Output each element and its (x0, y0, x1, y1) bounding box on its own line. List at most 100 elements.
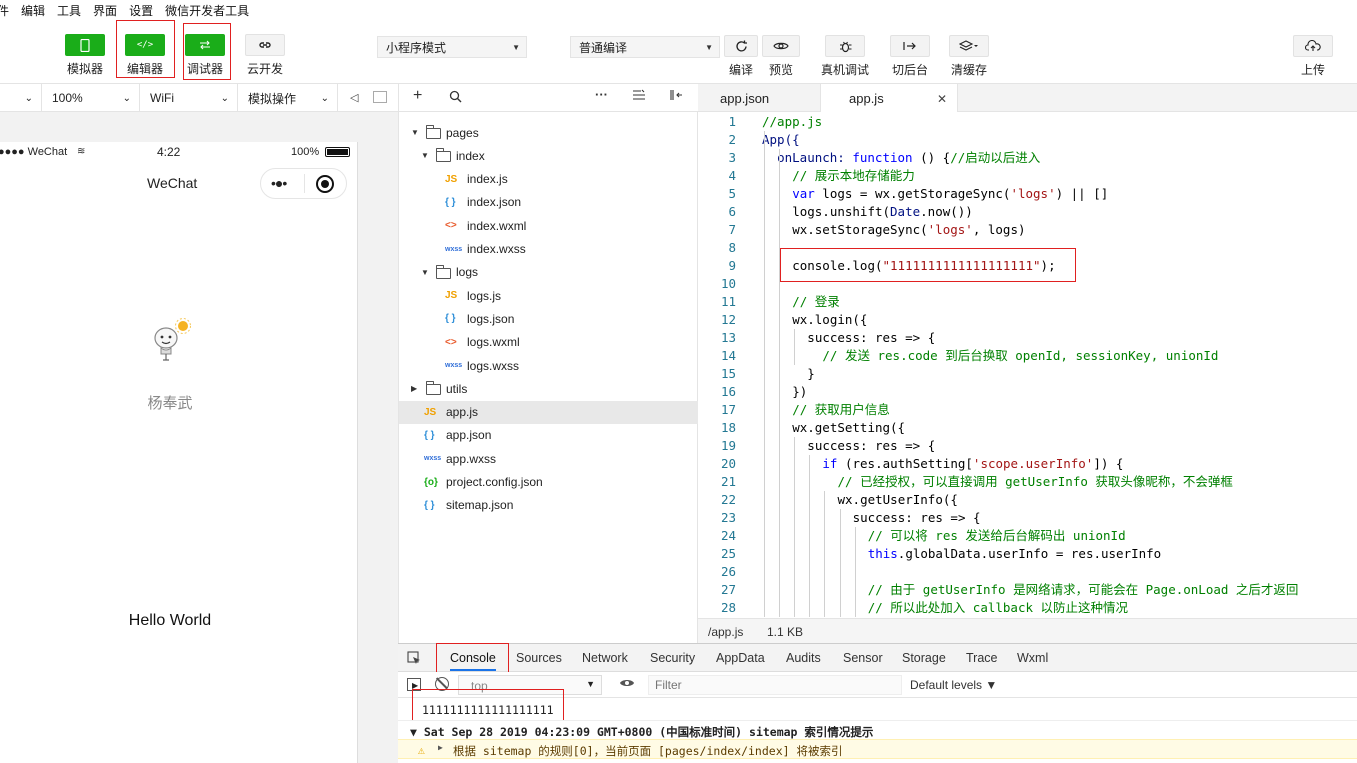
file-name: index.json (467, 195, 522, 210)
menu-item[interactable]: 工具 (51, 2, 87, 19)
devtools-tab-network[interactable]: Network (582, 651, 628, 665)
network-select[interactable]: WiFi ⌄ (140, 84, 238, 112)
devtools-tab-audits[interactable]: Audits (786, 651, 821, 665)
wifi-icon: ≋ (77, 146, 86, 157)
devtools-tab-trace[interactable]: Trace (966, 651, 998, 665)
code-token: } (807, 366, 815, 381)
devtools-tab-appdata[interactable]: AppData (716, 651, 765, 665)
levels-select[interactable]: Default levels ▼ (910, 678, 997, 692)
console-output: 1111111111111111111 ▼ Sat Sep 28 2019 04… (398, 689, 1357, 763)
eye-icon[interactable] (619, 677, 635, 692)
menu-item[interactable]: 微信开发者工具 (159, 2, 255, 19)
console-filter-input[interactable] (648, 675, 902, 695)
line-number: 2 (728, 132, 736, 147)
file-tree-item[interactable]: {o} project.config.json (399, 471, 698, 494)
file-tree: ▼ pages ▼ index JS index.js { } index.json <> ind… (398, 112, 698, 643)
remote-debug-button[interactable]: 真机调试 (821, 35, 869, 78)
editor-status-bar: /app.js 1.1 KB (698, 618, 1357, 643)
file-tree-item[interactable]: wxss index.wxss (399, 238, 698, 261)
search-icon[interactable] (449, 90, 462, 106)
more-dots-icon[interactable]: •●• (271, 175, 287, 191)
cloud-dev-button[interactable]: 云开发 (245, 34, 285, 77)
close-target-icon[interactable] (316, 175, 334, 193)
more-icon[interactable]: ··· (595, 87, 608, 102)
file-tree-item[interactable]: ▶ utils (399, 377, 698, 400)
line-number: 20 (720, 456, 736, 471)
file-tree-item[interactable]: { } index.json (399, 191, 698, 214)
compile-button[interactable]: 编译 (724, 35, 758, 78)
file-tree-item[interactable]: JS app.js (399, 400, 698, 424)
line-number: 4 (728, 168, 736, 183)
inspect-icon[interactable] (407, 651, 421, 668)
devtools-tab-bar: Console Sources Network Security AppData Audi… (398, 643, 1357, 672)
switch-icon (890, 35, 930, 57)
file-tree-item[interactable]: { } logs.json (399, 307, 698, 330)
folder-icon (436, 264, 451, 279)
background-button[interactable]: 切后台 (890, 35, 930, 78)
file-tree-item[interactable]: <> index.wxml (399, 214, 698, 237)
simulator-toggle[interactable]: 模拟器 (65, 34, 105, 77)
capsule-button[interactable]: •●• (260, 168, 347, 199)
devtools-tab-sensor[interactable]: Sensor (843, 651, 883, 665)
file-tree-item[interactable]: ▼ index (399, 144, 698, 167)
sim-ops-select[interactable]: 模拟操作 ⌄ (238, 84, 338, 112)
line-number: 22 (720, 492, 736, 507)
code-editor[interactable]: 1//app.js 2 App({3 onLaunch: function () {/… (698, 112, 1357, 618)
file-name: pages (446, 125, 479, 140)
window-icon[interactable] (373, 91, 387, 103)
file-tree-item[interactable]: wxss logs.wxss (399, 354, 698, 377)
file-name: project.config.json (446, 475, 543, 489)
sort-icon[interactable] (632, 89, 646, 104)
code-line: 12 wx.login({ (698, 311, 1357, 329)
chevron-down-icon[interactable]: ▼ (421, 151, 429, 160)
close-icon[interactable]: ✕ (937, 92, 947, 106)
chevron-down-icon[interactable]: ▼ (411, 128, 419, 137)
add-icon[interactable]: + (413, 87, 422, 105)
mode-select[interactable]: 小程序模式 ▼ (377, 36, 527, 58)
menu-item[interactable]: 设置 (123, 2, 159, 19)
menu-item[interactable]: 件 (0, 2, 15, 19)
code-text: // 可以将 res 发送给后台解码出 unionId (868, 527, 1126, 545)
config-file-icon: {o} (424, 476, 438, 488)
volume-icon[interactable]: ◁ (350, 91, 358, 104)
code-line: 21 // 已经授权，可以直接调用 getUserInfo 获取头像昵称，不会弹框 (698, 473, 1357, 491)
file-tree-item[interactable]: ▼ pages (399, 121, 698, 144)
clear-cache-button[interactable]: 清缓存 (949, 35, 989, 78)
chevron-right-icon[interactable]: ▶ (411, 384, 417, 393)
file-tree-item[interactable]: ▼ logs (399, 261, 698, 284)
devtools-tab-storage[interactable]: Storage (902, 651, 946, 665)
file-tree-item[interactable]: JS index.js (399, 168, 698, 191)
file-tree-item[interactable]: { } sitemap.json (399, 494, 698, 517)
file-tree-item[interactable]: <> logs.wxml (399, 331, 698, 354)
file-tree-item[interactable]: JS logs.js (399, 284, 698, 307)
file-name: app.js (446, 405, 479, 420)
collapse-icon[interactable] (669, 89, 683, 104)
upload-button[interactable]: 上传 (1293, 35, 1333, 78)
file-tree-item[interactable]: wxss app.wxss (399, 447, 698, 470)
file-name: app.wxss (446, 451, 497, 466)
device-select[interactable]: ⌄ (0, 84, 42, 112)
file-path: /app.js (708, 625, 744, 639)
expand-icon[interactable]: ▶ (438, 743, 443, 752)
code-line: 1 //app.js (698, 113, 1357, 131)
file-tree-item[interactable]: { } app.json (399, 424, 698, 447)
devtools-tab-sources[interactable]: Sources (516, 651, 562, 665)
log-group[interactable]: ▼ Sat Sep 28 2019 04:23:09 GMT+0800 (中国标… (398, 720, 1357, 740)
compile-mode-select[interactable]: 普通编译 ▼ (570, 36, 720, 58)
file-name: index.js (467, 172, 508, 187)
chevron-down-icon[interactable]: ▼ (421, 268, 429, 277)
code-token: if (822, 456, 838, 471)
zoom-select[interactable]: 100% ⌄ (42, 84, 140, 112)
devtools-tab-security[interactable]: Security (650, 651, 695, 665)
tab-app-json[interactable]: app.json (698, 84, 820, 112)
tab-label: app.js (849, 91, 884, 106)
code-text: success: res => { (853, 509, 981, 527)
menu-item[interactable]: 界面 (87, 2, 123, 19)
sim-ops-value: 模拟操作 (248, 91, 297, 106)
devtools-tab-wxml[interactable]: Wxml (1017, 651, 1048, 665)
preview-button[interactable]: 预览 (762, 35, 800, 78)
tab-app-js[interactable]: app.js ✕ (820, 84, 958, 113)
code-token: (res.authSetting[ (837, 456, 973, 471)
menu-item[interactable]: 编辑 (15, 2, 51, 19)
file-name: index.wxml (467, 218, 527, 233)
